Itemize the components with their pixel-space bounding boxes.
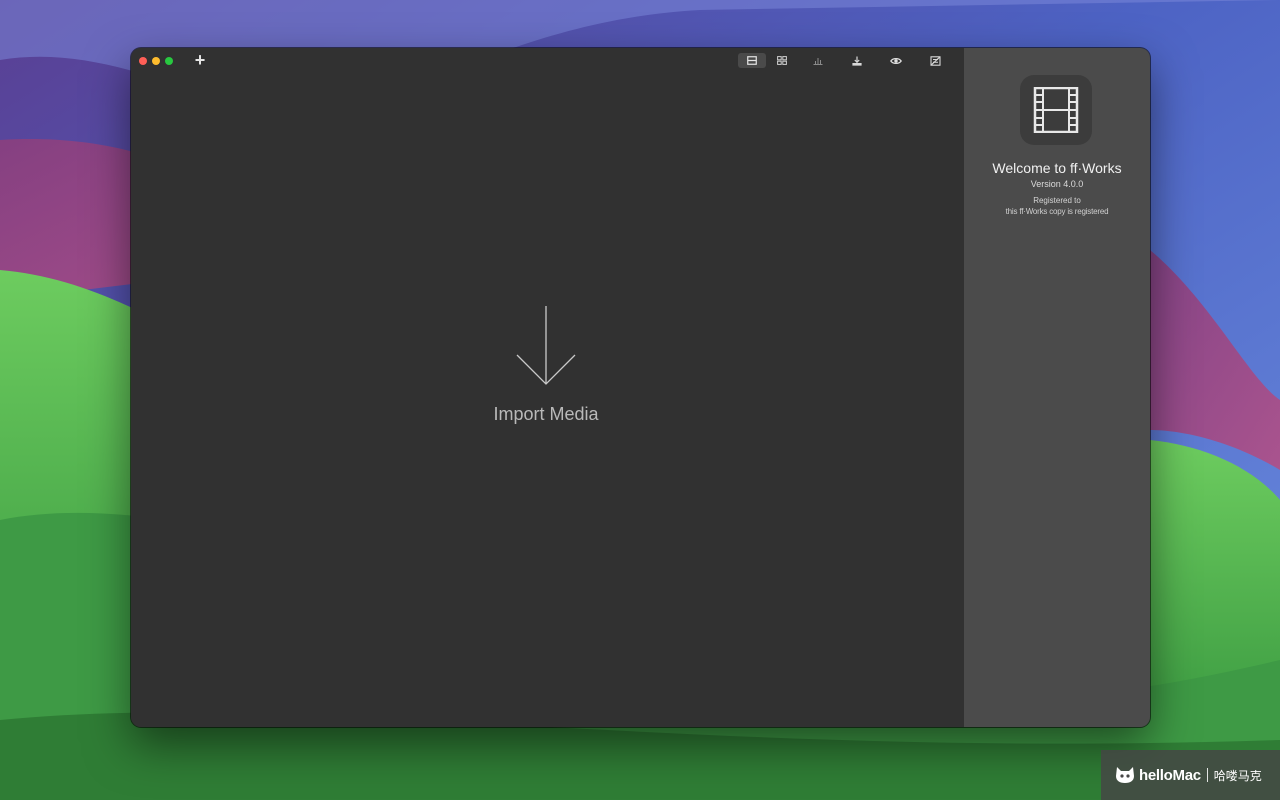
cat-logo-icon xyxy=(1116,767,1134,783)
preview-button[interactable] xyxy=(886,53,906,68)
welcome-panel: Welcome to ff·Works Version 4.0.0 Regist… xyxy=(964,48,1150,727)
strikethrough-icon xyxy=(929,55,941,66)
arrow-down-icon xyxy=(516,306,576,385)
close-window-button[interactable] xyxy=(139,57,147,65)
filmstrip-icon xyxy=(747,56,757,65)
version-label: Version 4.0.0 xyxy=(1030,179,1084,189)
preview-eye-icon xyxy=(890,57,902,64)
import-media-drop-zone[interactable]: Import Media xyxy=(461,298,631,438)
welcome-title: Welcome to ff·Works xyxy=(992,160,1122,176)
minimize-window-button[interactable] xyxy=(152,57,160,65)
histogram-button[interactable] xyxy=(808,53,828,68)
grid-icon xyxy=(777,56,787,65)
effects-button[interactable] xyxy=(925,53,945,68)
watermark-chinese: 哈喽马克 xyxy=(1213,768,1262,783)
filmstrip-view-button[interactable] xyxy=(738,53,766,68)
registered-name: this ff·Works copy is registered xyxy=(1005,207,1109,216)
film-icon xyxy=(1033,87,1079,133)
watermark-brand: helloMac xyxy=(1139,766,1201,784)
grid-view-button[interactable] xyxy=(772,53,792,68)
export-icon xyxy=(852,56,862,66)
app-icon xyxy=(1020,75,1092,145)
import-media-label: Import Media xyxy=(493,404,599,424)
hellomac-watermark: helloMac 哈喽马克 xyxy=(1101,750,1280,800)
histogram-icon xyxy=(813,58,823,65)
registered-label: Registered to xyxy=(1033,196,1081,205)
watermark-divider xyxy=(1206,768,1208,782)
add-media-button[interactable]: + xyxy=(192,51,208,70)
app-window: + Import Media Welcome to ff·Works Versi… xyxy=(131,48,1150,727)
maximize-window-button[interactable] xyxy=(165,57,173,65)
main-media-area: + Import Media xyxy=(131,48,964,727)
export-button[interactable] xyxy=(847,53,867,68)
